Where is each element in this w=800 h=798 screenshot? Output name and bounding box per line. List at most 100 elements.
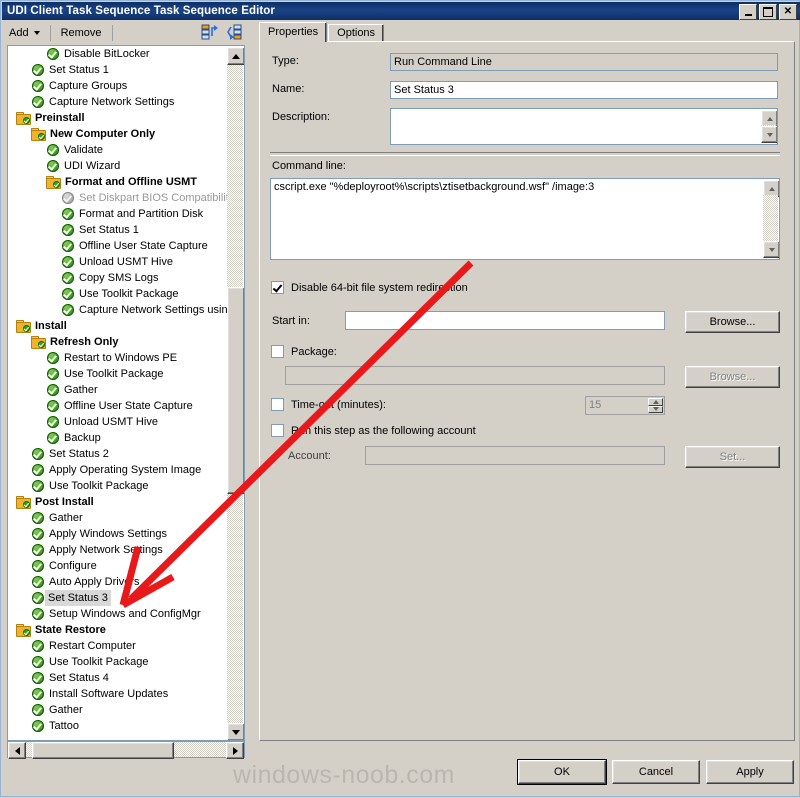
tree-vertical-scrollbar[interactable] <box>227 47 244 740</box>
tree-item[interactable]: Copy SMS Logs <box>8 270 228 286</box>
tree-hscroll-thumb[interactable] <box>32 742 174 759</box>
package-browse-button: Browse... <box>685 366 780 388</box>
tree-item[interactable]: Use Toolkit Package <box>8 654 228 670</box>
tree-item[interactable]: Preinstall <box>8 110 228 126</box>
name-input[interactable]: Set Status 3 <box>390 81 778 99</box>
tree-item[interactable]: Offline User State Capture <box>8 398 228 414</box>
tab-options[interactable]: Options <box>328 24 385 42</box>
tree-item[interactable]: Apply Operating System Image <box>8 462 228 478</box>
apply-button[interactable]: Apply <box>706 760 794 784</box>
commandline-scroll-down-button[interactable] <box>763 241 779 258</box>
account-row: Account: <box>288 450 331 462</box>
tree-item[interactable]: Gather <box>8 510 228 526</box>
move-up-icon[interactable] <box>201 23 219 41</box>
tree-item[interactable]: Gather <box>8 382 228 398</box>
tree-item[interactable]: New Computer Only <box>8 126 228 142</box>
scroll-up-button[interactable] <box>227 47 244 65</box>
timeout-label: Time-out (minutes): <box>291 398 386 411</box>
disable-redirection-checkbox[interactable] <box>271 281 284 294</box>
tab-properties[interactable]: Properties <box>259 22 328 42</box>
tree-item[interactable]: Capture Groups <box>8 78 228 94</box>
tree-item[interactable]: Set Diskpart BIOS Compatibilit <box>8 190 228 206</box>
commandline-scroll-track[interactable] <box>763 195 778 243</box>
tree-item-label: Backup <box>64 432 101 444</box>
tree-item[interactable]: Set Status 3 <box>8 590 228 606</box>
timeout-spinner-down <box>648 405 663 413</box>
commandline-scrollbar[interactable] <box>763 180 779 258</box>
description-scroll-down-button[interactable] <box>761 126 777 143</box>
tree-item[interactable]: Unload USMT Hive <box>8 254 228 270</box>
tree-item[interactable]: UDI Wizard <box>8 158 228 174</box>
tree-item[interactable]: Refresh Only <box>8 334 228 350</box>
arrow-up-icon <box>232 53 240 59</box>
check-icon <box>31 527 45 541</box>
tree-item[interactable]: Post Install <box>8 494 228 510</box>
tree-item[interactable]: Auto Apply Drivers <box>8 574 228 590</box>
tree-item[interactable]: Set Status 1 <box>8 222 228 238</box>
tree-item[interactable]: Restart to Windows PE <box>8 350 228 366</box>
tree-item[interactable]: State Restore <box>8 622 228 638</box>
scroll-right-button[interactable] <box>226 742 244 759</box>
arrow-down-icon <box>768 247 775 252</box>
runas-checkbox[interactable] <box>271 424 284 437</box>
arrow-down-icon <box>652 407 659 412</box>
tree-item[interactable]: Validate <box>8 142 228 158</box>
tree-item[interactable]: Set Status 2 <box>8 446 228 462</box>
tree-item[interactable]: Apply Windows Settings <box>8 526 228 542</box>
tree-item[interactable]: Set Status 1 <box>8 62 228 78</box>
move-down-icon[interactable] <box>225 23 243 41</box>
tree-item[interactable]: Backup <box>8 430 228 446</box>
check-icon <box>46 399 60 413</box>
commandline-label: Command line: <box>272 160 346 172</box>
tree-item[interactable]: Tattoo <box>8 718 228 734</box>
tree-item[interactable]: Capture Network Settings <box>8 94 228 110</box>
cancel-button[interactable]: Cancel <box>612 760 700 784</box>
cancel-button-label: Cancel <box>638 766 674 778</box>
commandline-input[interactable]: cscript.exe "%deployroot%\scripts\ztiset… <box>270 178 780 260</box>
package-label: Package: <box>291 345 337 358</box>
add-button[interactable]: Add <box>3 25 46 41</box>
minimize-button[interactable] <box>739 4 757 20</box>
description-label: Description: <box>272 111 331 123</box>
tree-item[interactable]: Use Toolkit Package <box>8 286 228 302</box>
tree-item[interactable]: Gather <box>8 702 228 718</box>
task-sequence-tree[interactable]: Disable BitLocker Set Status 1 Capture Gro… <box>7 45 245 741</box>
tree-item-label: Capture Groups <box>49 80 128 92</box>
tree-item[interactable]: Set Status 4 <box>8 670 228 686</box>
tree-item[interactable]: Install Software Updates <box>8 686 228 702</box>
maximize-button[interactable] <box>759 4 777 20</box>
startin-browse-button[interactable]: Browse... <box>685 311 780 333</box>
tree-item[interactable]: Format and Partition Disk <box>8 206 228 222</box>
timeout-checkbox[interactable] <box>271 398 284 411</box>
tree-item[interactable]: Use Toolkit Package <box>8 478 228 494</box>
description-scrollbar[interactable] <box>761 110 777 143</box>
commandline-row: Command line: <box>272 160 346 172</box>
check-icon <box>31 447 45 461</box>
startin-input[interactable] <box>345 311 665 330</box>
tree-item[interactable]: Capture Network Settings usin <box>8 302 228 318</box>
remove-button[interactable]: Remove <box>55 25 108 41</box>
tree-item[interactable]: Format and Offline USMT <box>8 174 228 190</box>
close-button[interactable]: ✕ <box>779 4 797 20</box>
check-icon <box>31 607 45 621</box>
folder-icon <box>46 175 61 189</box>
tree-item-label: Use Toolkit Package <box>64 368 164 380</box>
ok-button[interactable]: OK <box>518 760 606 784</box>
tree-horizontal-scrollbar[interactable] <box>7 741 245 759</box>
tree-item[interactable]: Apply Network Settings <box>8 542 228 558</box>
tree-scroll-thumb[interactable] <box>227 287 244 494</box>
tree-item[interactable]: Install <box>8 318 228 334</box>
tree-item[interactable]: Restart Computer <box>8 638 228 654</box>
tree-item[interactable]: Offline User State Capture <box>8 238 228 254</box>
description-input[interactable] <box>390 108 778 145</box>
scroll-down-button[interactable] <box>227 723 244 740</box>
package-checkbox[interactable] <box>271 345 284 358</box>
tree-item[interactable]: Setup Windows and ConfigMgr <box>8 606 228 622</box>
tree-item[interactable]: Disable BitLocker <box>8 46 228 62</box>
tree-item[interactable]: Unload USMT Hive <box>8 414 228 430</box>
tree-item[interactable]: Use Toolkit Package <box>8 366 228 382</box>
toolbar-icon-group <box>201 23 243 41</box>
tree-item[interactable]: Configure <box>8 558 228 574</box>
folder-icon <box>16 495 31 509</box>
scroll-left-button[interactable] <box>8 742 26 759</box>
